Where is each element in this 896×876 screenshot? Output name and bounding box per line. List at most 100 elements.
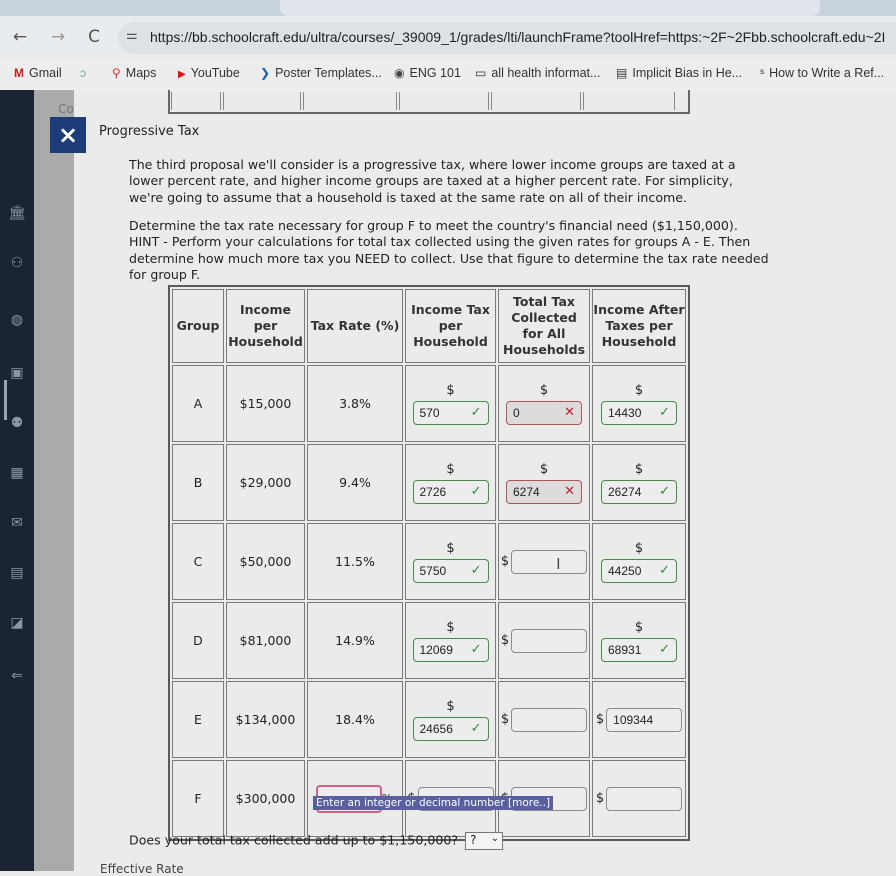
tax-rate-cell: 14.9% — [307, 602, 403, 679]
bookmark-maps[interactable]: ⚲ Maps — [112, 66, 156, 80]
grades-icon[interactable]: ▤ — [8, 565, 26, 583]
income-cell: $15,000 — [226, 365, 305, 442]
profile-icon[interactable]: ⚇ — [8, 255, 26, 273]
check-icon: ✓ — [470, 483, 482, 499]
maps-icon: ⚲ — [112, 66, 121, 80]
courses-icon[interactable]: ▣ — [8, 365, 26, 383]
check-icon: ✓ — [470, 641, 482, 657]
income-after-input[interactable]: 14430 ✓ — [601, 400, 677, 425]
income-cell: $29,000 — [226, 444, 305, 521]
globe-icon[interactable]: ◍ — [8, 312, 26, 330]
instructions-paragraph: Determine the tax rate necessary for gro… — [129, 218, 769, 282]
bookmark-gmail[interactable]: M Gmail — [14, 66, 62, 80]
total-tax-input[interactable] — [511, 628, 588, 653]
currency-label: $ — [500, 712, 510, 727]
income-cell: $134,000 — [226, 681, 305, 758]
progressive-tax-table: Group Income per Household Tax Rate (%) … — [168, 285, 690, 841]
total-tax-input[interactable]: 6274 ✕ — [506, 479, 582, 504]
youtube-icon: ▶ — [178, 69, 186, 80]
browser-tab[interactable] — [280, 0, 820, 16]
total-tax-input[interactable]: 0 ✕ — [506, 400, 582, 425]
question-text: Does your total tax collected add up to … — [129, 832, 459, 848]
back-button[interactable]: ← — [10, 27, 30, 47]
groups-icon[interactable]: ⚉ — [8, 415, 26, 433]
bookmark-poster-templates[interactable]: ❯ Poster Templates... — [260, 66, 382, 80]
input-hint-tooltip[interactable]: Enter an integer or decimal number [more… — [313, 796, 554, 810]
doc-icon: ▤ — [616, 66, 628, 80]
text-cursor-icon: I — [556, 554, 561, 573]
currency-label: $ — [500, 554, 510, 569]
table-header-row: Group Income per Household Tax Rate (%) … — [172, 289, 686, 363]
bookmark-app[interactable]: ↄ — [80, 66, 91, 80]
header-income-tax: Income Tax per Household — [405, 289, 496, 363]
income-tax-input[interactable]: 2726 ✓ — [412, 479, 489, 504]
tools-icon[interactable]: ◪ — [8, 615, 26, 633]
active-indicator — [4, 380, 7, 420]
income-tax-input[interactable]: 12069 ✓ — [412, 637, 489, 662]
income-after-input[interactable]: 44250 ✓ — [601, 558, 677, 583]
currency-label: $ — [446, 461, 455, 477]
total-tax-input[interactable] — [511, 707, 588, 732]
check-icon: ✓ — [659, 404, 670, 420]
check-icon: ✓ — [470, 562, 482, 578]
browser-tab-strip — [0, 0, 896, 16]
income-after-input[interactable]: 109344 — [606, 707, 683, 732]
income-cell: $300,000 — [226, 760, 305, 837]
income-cell: $50,000 — [226, 523, 305, 600]
group-cell: D — [172, 602, 224, 679]
tax-rate-cell: 9.4% — [307, 444, 403, 521]
check-icon: ✓ — [659, 483, 670, 499]
currency-label: $ — [634, 382, 644, 398]
section-title: Progressive Tax — [99, 124, 200, 139]
address-bar[interactable]: ⚌ https://bb.schoolcraft.edu/ultra/cours… — [118, 22, 896, 54]
poster-icon: ❯ — [260, 66, 271, 80]
calendar-icon[interactable]: ▦ — [8, 465, 26, 483]
next-section-heading: Effective Rate — [100, 862, 184, 876]
bookmarks-bar: M Gmail ↄ ⚲ Maps ▶ YouTube ❯ Poster Template… — [0, 58, 896, 90]
check-icon: ✓ — [659, 641, 670, 657]
income-tax-input[interactable]: 5750 ✓ — [412, 558, 489, 583]
cross-icon: ✕ — [564, 404, 575, 420]
bookmark-health-info[interactable]: ▭ all health informat... — [475, 66, 600, 80]
bookmark-how-to-write[interactable]: ˢ How to Write a Ref... — [760, 66, 884, 80]
header-income: Income per Household — [226, 289, 305, 363]
income-tax-input[interactable]: 24656 ✓ — [412, 716, 489, 741]
total-tax-input[interactable]: I — [511, 549, 588, 574]
header-income-after: Income After Taxes per Household — [592, 289, 686, 363]
breadcrumb-fragment: Co — [58, 102, 74, 116]
table-row: E $134,000 18.4% $24656 ✓ $ $109344 — [172, 681, 686, 758]
close-button[interactable]: × — [50, 117, 86, 153]
currency-label: $ — [446, 619, 455, 635]
income-tax-input[interactable]: 570 ✓ — [412, 400, 489, 425]
bookmark-eng-101[interactable]: ◉ ENG 101 — [394, 66, 461, 80]
course-left-nav: 🏛 ⚇ ◍ ▣ ⚉ ▦ ✉ ▤ ◪ ⇐ — [0, 90, 34, 871]
income-after-input[interactable]: 26274 ✓ — [601, 479, 677, 504]
table-row: A $15,000 3.8% $570 ✓ $0 ✕ $14430 ✓ — [172, 365, 686, 442]
bookmark-youtube[interactable]: ▶ YouTube — [178, 66, 240, 80]
currency-label: $ — [446, 540, 455, 556]
previous-table-bottom — [168, 90, 690, 114]
bookmark-implicit-bias[interactable]: ▤ Implicit Bias in He... — [616, 66, 742, 80]
globe-icon: ◉ — [394, 66, 405, 80]
answer-select[interactable]: ? ⌄ — [465, 832, 504, 850]
group-cell: B — [172, 444, 224, 521]
reload-button[interactable]: C — [84, 27, 104, 47]
signout-icon[interactable]: ⇐ — [8, 668, 26, 686]
group-cell: A — [172, 365, 224, 442]
currency-label: $ — [634, 461, 644, 477]
income-after-input[interactable] — [606, 786, 683, 811]
table-row: D $81,000 14.9% $12069 ✓ $ $68931 ✓ — [172, 602, 686, 679]
currency-label: $ — [595, 791, 605, 806]
group-cell: E — [172, 681, 224, 758]
income-after-input[interactable]: 68931 ✓ — [601, 637, 677, 662]
folder-icon: ▭ — [475, 66, 487, 80]
url-text[interactable]: https://bb.schoolcraft.edu/ultra/courses… — [150, 29, 885, 45]
messages-icon[interactable]: ✉ — [8, 515, 26, 533]
cross-icon: ✕ — [564, 483, 575, 499]
tax-rate-cell: 18.4% — [307, 681, 403, 758]
group-cell: C — [172, 523, 224, 600]
site-settings-icon[interactable]: ⚌ — [126, 28, 138, 43]
forward-button[interactable]: → — [48, 27, 68, 47]
currency-label: $ — [446, 382, 455, 398]
institution-icon[interactable]: 🏛 — [8, 205, 26, 223]
